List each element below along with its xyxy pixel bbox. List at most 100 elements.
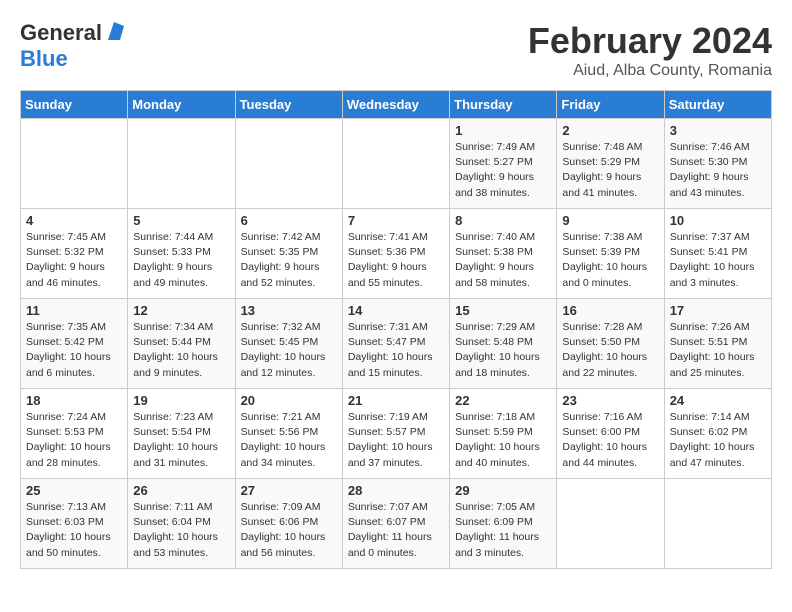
- day-info: Sunrise: 7:29 AM Sunset: 5:48 PM Dayligh…: [455, 321, 540, 379]
- logo: General Blue: [20, 20, 124, 72]
- day-info: Sunrise: 7:49 AM Sunset: 5:27 PM Dayligh…: [455, 141, 535, 199]
- calendar-cell: [557, 479, 664, 569]
- calendar-cell: 11Sunrise: 7:35 AM Sunset: 5:42 PM Dayli…: [21, 299, 128, 389]
- day-info: Sunrise: 7:18 AM Sunset: 5:59 PM Dayligh…: [455, 411, 540, 469]
- calendar-cell: 25 Sunrise: 7:13 AM Sunset: 6:03 PM Dayli…: [21, 479, 128, 569]
- day-number: 4: [26, 213, 122, 228]
- day-info: Sunrise: 7:31 AM Sunset: 5:47 PM Dayligh…: [348, 321, 433, 379]
- day-of-week-header: Wednesday: [342, 91, 449, 119]
- calendar-cell: 29Sunrise: 7:05 AM Sunset: 6:09 PM Dayli…: [450, 479, 557, 569]
- calendar-cell: 20 Sunrise: 7:21 AM Sunset: 5:56 PM Dayli…: [235, 389, 342, 479]
- day-info: Sunrise: 7:42 AM Sunset: 5:35 PM Dayligh…: [241, 231, 321, 289]
- calendar-cell: 22 Sunrise: 7:18 AM Sunset: 5:59 PM Dayli…: [450, 389, 557, 479]
- calendar-cell: 26 Sunrise: 7:11 AM Sunset: 6:04 PM Dayli…: [128, 479, 235, 569]
- day-number: 1: [455, 123, 551, 138]
- calendar-cell: [342, 119, 449, 209]
- calendar-cell: 2 Sunrise: 7:48 AM Sunset: 5:29 PM Daylig…: [557, 119, 664, 209]
- day-of-week-header: Tuesday: [235, 91, 342, 119]
- calendar-cell: 1 Sunrise: 7:49 AM Sunset: 5:27 PM Daylig…: [450, 119, 557, 209]
- calendar-cell: 10 Sunrise: 7:37 AM Sunset: 5:41 PM Dayli…: [664, 209, 771, 299]
- day-number: 18: [26, 393, 122, 408]
- calendar-cell: 8 Sunrise: 7:40 AM Sunset: 5:38 PM Daylig…: [450, 209, 557, 299]
- day-info: Sunrise: 7:07 AM Sunset: 6:07 PM Dayligh…: [348, 501, 432, 559]
- calendar-cell: 6 Sunrise: 7:42 AM Sunset: 5:35 PM Daylig…: [235, 209, 342, 299]
- calendar-subtitle: Aiud, Alba County, Romania: [528, 62, 772, 80]
- calendar-cell: 19Sunrise: 7:23 AM Sunset: 5:54 PM Dayli…: [128, 389, 235, 479]
- calendar-cell: 7 Sunrise: 7:41 AM Sunset: 5:36 PM Daylig…: [342, 209, 449, 299]
- day-number: 29: [455, 483, 551, 498]
- day-of-week-header: Friday: [557, 91, 664, 119]
- day-info: Sunrise: 7:09 AM Sunset: 6:06 PM Dayligh…: [241, 501, 326, 559]
- day-number: 14: [348, 303, 444, 318]
- day-info: Sunrise: 7:19 AM Sunset: 5:57 PM Dayligh…: [348, 411, 433, 469]
- day-number: 16: [562, 303, 658, 318]
- calendar-cell: [21, 119, 128, 209]
- day-number: 12: [133, 303, 229, 318]
- day-number: 15: [455, 303, 551, 318]
- logo-triangle-icon: [104, 22, 124, 40]
- calendar-title: February 2024: [528, 20, 772, 62]
- day-of-week-header: Thursday: [450, 91, 557, 119]
- day-info: Sunrise: 7:41 AM Sunset: 5:36 PM Dayligh…: [348, 231, 428, 289]
- day-number: 22: [455, 393, 551, 408]
- day-number: 6: [241, 213, 337, 228]
- calendar-cell: 27 Sunrise: 7:09 AM Sunset: 6:06 PM Dayli…: [235, 479, 342, 569]
- calendar-cell: 23Sunrise: 7:16 AM Sunset: 6:00 PM Dayli…: [557, 389, 664, 479]
- calendar-cell: 24 Sunrise: 7:14 AM Sunset: 6:02 PM Dayli…: [664, 389, 771, 479]
- day-number: 27: [241, 483, 337, 498]
- day-info: Sunrise: 7:37 AM Sunset: 5:41 PM Dayligh…: [670, 231, 755, 289]
- day-info: Sunrise: 7:13 AM Sunset: 6:03 PM Dayligh…: [26, 501, 111, 559]
- day-number: 20: [241, 393, 337, 408]
- day-info: Sunrise: 7:24 AM Sunset: 5:53 PM Dayligh…: [26, 411, 111, 469]
- day-info: Sunrise: 7:35 AM Sunset: 5:42 PM Dayligh…: [26, 321, 111, 379]
- day-number: 7: [348, 213, 444, 228]
- calendar-week-row: 25 Sunrise: 7:13 AM Sunset: 6:03 PM Dayli…: [21, 479, 772, 569]
- calendar-cell: 5 Sunrise: 7:44 AM Sunset: 5:33 PM Daylig…: [128, 209, 235, 299]
- day-number: 17: [670, 303, 766, 318]
- calendar-week-row: 18 Sunrise: 7:24 AM Sunset: 5:53 PM Dayli…: [21, 389, 772, 479]
- calendar-cell: [664, 479, 771, 569]
- logo-blue-text: Blue: [20, 46, 68, 72]
- calendar-table: SundayMondayTuesdayWednesdayThursdayFrid…: [20, 90, 772, 569]
- day-info: Sunrise: 7:44 AM Sunset: 5:33 PM Dayligh…: [133, 231, 213, 289]
- calendar-cell: 3Sunrise: 7:46 AM Sunset: 5:30 PM Daylig…: [664, 119, 771, 209]
- day-number: 26: [133, 483, 229, 498]
- calendar-cell: 15 Sunrise: 7:29 AM Sunset: 5:48 PM Dayli…: [450, 299, 557, 389]
- calendar-week-row: 4Sunrise: 7:45 AM Sunset: 5:32 PM Daylig…: [21, 209, 772, 299]
- day-of-week-header: Sunday: [21, 91, 128, 119]
- day-info: Sunrise: 7:46 AM Sunset: 5:30 PM Dayligh…: [670, 141, 750, 199]
- day-info: Sunrise: 7:32 AM Sunset: 5:45 PM Dayligh…: [241, 321, 326, 379]
- day-info: Sunrise: 7:23 AM Sunset: 5:54 PM Dayligh…: [133, 411, 218, 469]
- day-number: 5: [133, 213, 229, 228]
- calendar-header-row: SundayMondayTuesdayWednesdayThursdayFrid…: [21, 91, 772, 119]
- calendar-week-row: 11Sunrise: 7:35 AM Sunset: 5:42 PM Dayli…: [21, 299, 772, 389]
- day-number: 8: [455, 213, 551, 228]
- calendar-cell: 12Sunrise: 7:34 AM Sunset: 5:44 PM Dayli…: [128, 299, 235, 389]
- day-info: Sunrise: 7:48 AM Sunset: 5:29 PM Dayligh…: [562, 141, 642, 199]
- day-info: Sunrise: 7:21 AM Sunset: 5:56 PM Dayligh…: [241, 411, 326, 469]
- calendar-cell: [235, 119, 342, 209]
- day-number: 23: [562, 393, 658, 408]
- day-number: 28: [348, 483, 444, 498]
- day-number: 24: [670, 393, 766, 408]
- calendar-cell: 9Sunrise: 7:38 AM Sunset: 5:39 PM Daylig…: [557, 209, 664, 299]
- day-info: Sunrise: 7:40 AM Sunset: 5:38 PM Dayligh…: [455, 231, 535, 289]
- day-number: 10: [670, 213, 766, 228]
- calendar-cell: [128, 119, 235, 209]
- calendar-cell: 18 Sunrise: 7:24 AM Sunset: 5:53 PM Dayli…: [21, 389, 128, 479]
- calendar-cell: 14 Sunrise: 7:31 AM Sunset: 5:47 PM Dayli…: [342, 299, 449, 389]
- day-number: 25: [26, 483, 122, 498]
- day-info: Sunrise: 7:11 AM Sunset: 6:04 PM Dayligh…: [133, 501, 218, 559]
- calendar-cell: 4Sunrise: 7:45 AM Sunset: 5:32 PM Daylig…: [21, 209, 128, 299]
- title-area: February 2024 Aiud, Alba County, Romania: [528, 20, 772, 80]
- day-of-week-header: Saturday: [664, 91, 771, 119]
- day-info: Sunrise: 7:14 AM Sunset: 6:02 PM Dayligh…: [670, 411, 755, 469]
- day-number: 2: [562, 123, 658, 138]
- day-info: Sunrise: 7:38 AM Sunset: 5:39 PM Dayligh…: [562, 231, 647, 289]
- day-number: 13: [241, 303, 337, 318]
- calendar-cell: 13 Sunrise: 7:32 AM Sunset: 5:45 PM Dayli…: [235, 299, 342, 389]
- calendar-cell: 28 Sunrise: 7:07 AM Sunset: 6:07 PM Dayli…: [342, 479, 449, 569]
- day-number: 21: [348, 393, 444, 408]
- day-info: Sunrise: 7:26 AM Sunset: 5:51 PM Dayligh…: [670, 321, 755, 379]
- calendar-week-row: 1 Sunrise: 7:49 AM Sunset: 5:27 PM Daylig…: [21, 119, 772, 209]
